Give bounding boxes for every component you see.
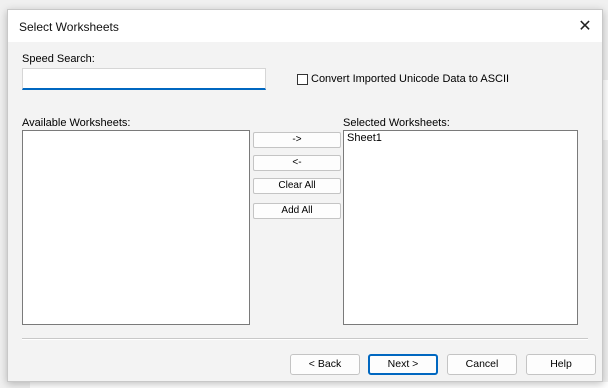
add-all-button[interactable]: Add All [253, 203, 341, 219]
available-worksheets-list[interactable] [22, 130, 250, 325]
selected-worksheets-label: Selected Worksheets: [343, 117, 450, 129]
selected-worksheets-list[interactable]: Sheet1 [343, 130, 578, 325]
select-worksheets-dialog: Select Worksheets ✕ Speed Search: Conver… [7, 9, 603, 382]
back-button[interactable]: < Back [290, 354, 360, 375]
dialog-title: Select Worksheets [19, 20, 119, 34]
speed-search-label: Speed Search: [22, 53, 95, 65]
speed-search-input[interactable] [22, 68, 266, 90]
close-icon: ✕ [578, 18, 592, 35]
add-selected-button[interactable]: -> [253, 132, 341, 148]
footer-separator [22, 338, 588, 340]
clear-all-button[interactable]: Clear All [253, 178, 341, 194]
background-app-edge-right [603, 80, 608, 140]
cancel-button[interactable]: Cancel [447, 354, 517, 375]
convert-unicode-label: Convert Imported Unicode Data to ASCII [311, 73, 510, 85]
convert-unicode-option[interactable]: Convert Imported Unicode Data to ASCII [297, 73, 509, 85]
convert-unicode-checkbox[interactable] [297, 73, 308, 85]
background-app-edge-bottom [30, 382, 608, 388]
remove-selected-button[interactable]: <- [253, 155, 341, 171]
next-button[interactable]: Next > [368, 354, 438, 375]
close-button[interactable]: ✕ [568, 10, 602, 42]
title-bar: Select Worksheets ✕ [8, 10, 602, 42]
help-button[interactable]: Help [526, 354, 596, 375]
list-item[interactable]: Sheet1 [344, 131, 577, 145]
available-worksheets-label: Available Worksheets: [22, 117, 131, 129]
